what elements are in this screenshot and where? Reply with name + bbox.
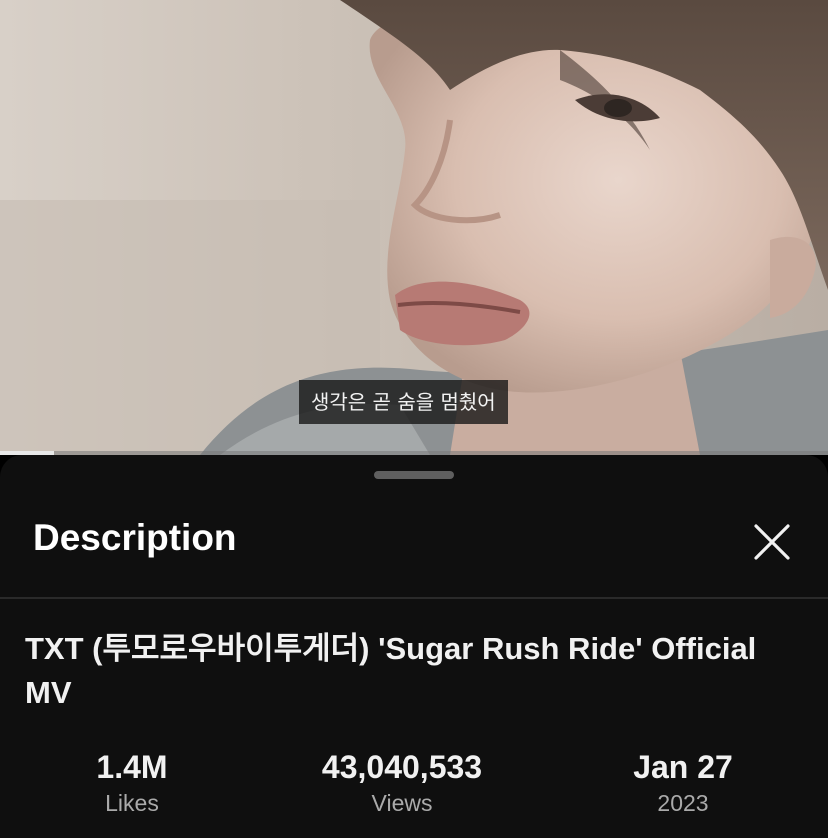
subtitle-caption: 생각은 곧 숨을 멈췄어 [299,380,508,424]
video-title: TXT (투모로우바이투게더) 'Sugar Rush Ride' Offici… [25,631,757,710]
video-stats: 1.4M Likes 43,040,533 Views Jan 27 2023 [0,748,828,828]
upload-date: Jan 27 [633,749,733,785]
likes-label: Likes [105,790,159,816]
likes-stat: 1.4M Likes [2,748,262,820]
close-button[interactable] [748,518,796,566]
sheet-drag-handle[interactable] [374,471,454,479]
close-icon [754,524,790,560]
upload-date-stat: Jan 27 2023 [553,748,813,820]
divider [0,597,828,599]
views-stat: 43,040,533 Views [272,748,532,820]
sheet-title: Description [33,517,237,558]
views-count: 43,040,533 [321,749,483,785]
views-label: Views [371,790,433,816]
screen: 생각은 곧 숨을 멈췄어 Description TXT (투모로우바이투게더)… [0,0,828,838]
description-sheet: Description TXT (투모로우바이투게더) 'Sugar Rush … [0,455,828,838]
upload-year: 2023 [657,790,709,816]
video-player[interactable]: 생각은 곧 숨을 멈췄어 [0,0,828,455]
likes-count: 1.4M [96,749,168,785]
